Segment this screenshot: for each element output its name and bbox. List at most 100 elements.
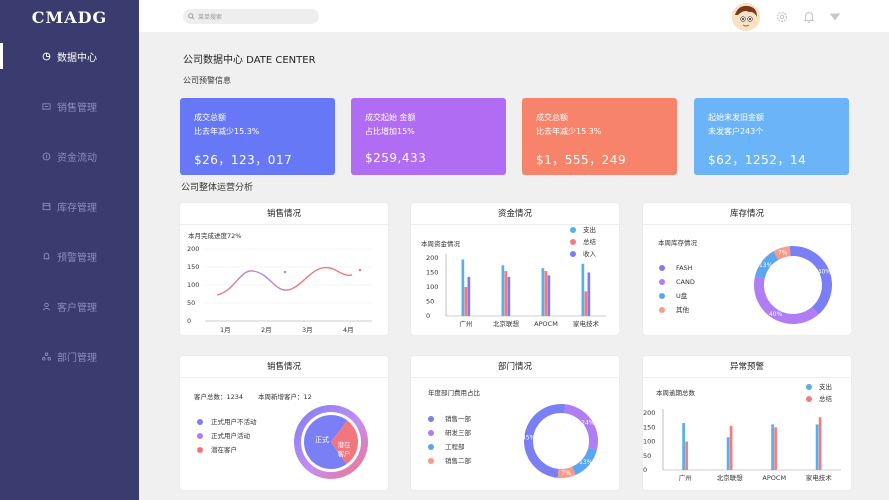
stat-card[interactable]: 起始末发旧金额 未发客户243个 $62，1252，14 — [694, 98, 849, 175]
legend-label: 销售一部 — [445, 414, 472, 423]
sidebar-item-2[interactable]: 资金流动 — [0, 141, 139, 171]
y-tick-label: 50 — [643, 452, 651, 460]
stat-value: $26，123，017 — [194, 153, 293, 167]
legend-swatch — [659, 279, 665, 285]
main-content: 公司数据中心 DATE CENTER 公司预警信息 成交总额 比去年减少15.3%… — [145, 36, 889, 500]
search-input[interactable]: 菜单搜索 — [183, 9, 319, 24]
avatar[interactable] — [732, 3, 760, 31]
stat-label: 成交总额 — [194, 113, 226, 122]
warning-section-title: 公司预警信息 — [183, 76, 231, 85]
bar — [501, 265, 505, 316]
y-tick-label: 50 — [426, 298, 434, 306]
legend-swatch — [570, 227, 576, 233]
legend-swatch — [197, 419, 203, 425]
stat-card[interactable]: 成交总额比去年减少15.3% $1，555，249 — [522, 98, 677, 175]
y-tick-label: 200 — [426, 254, 438, 262]
data-point — [283, 270, 287, 274]
bell-icon — [43, 252, 50, 259]
donut-slice — [789, 246, 832, 315]
y-tick-label: 50 — [187, 299, 195, 307]
legend-swatch — [428, 444, 434, 450]
stat-card[interactable]: 成交起始 金额 占比增加15% $259,433 — [351, 98, 506, 175]
x-tick-label: 北京联想 — [493, 319, 520, 328]
legend-swatch — [428, 430, 434, 436]
stat-label: 成交总额 — [536, 113, 568, 122]
data-point — [358, 268, 362, 272]
sidebar-item-label: 销售管理 — [57, 102, 97, 114]
legend-swatch — [659, 265, 665, 271]
legend-swatch — [806, 384, 812, 390]
stat-sub: 比去年减少15.3% — [536, 127, 602, 136]
card-title: 销售情况 — [180, 203, 388, 225]
x-tick-label: 2月 — [261, 326, 272, 334]
logo: CMADG — [0, 0, 139, 36]
x-tick-label: 3月 — [302, 326, 313, 334]
donut-slice — [564, 404, 598, 451]
sidebar-item-4[interactable]: 预警管理 — [0, 241, 139, 271]
legend-swatch — [570, 251, 576, 257]
stat-label: 起始末发旧金额 — [708, 113, 764, 122]
stat-value: $259,433 — [365, 151, 427, 165]
bar — [682, 422, 685, 470]
slice-label: 24% — [581, 420, 595, 427]
y-tick-label: 150 — [426, 269, 438, 277]
bar — [461, 259, 465, 316]
legend-swatch — [428, 458, 434, 464]
search-placeholder: 菜单搜索 — [198, 14, 223, 21]
gear-icon[interactable] — [775, 10, 789, 24]
donut-slice — [754, 276, 819, 324]
legend-label: 正式用户不活动 — [211, 417, 257, 426]
legend-label: 总结 — [583, 237, 597, 246]
stat-value: $1，555，249 — [536, 153, 627, 167]
legend-label: CAND — [676, 278, 695, 286]
legend-label: 工程部 — [445, 442, 465, 451]
dept-card: 部门情况 年度部门费用占比 销售一部 研发三部 工程部 销售二部 45% 24% 13% 7% — [411, 356, 619, 490]
y-tick-label: 100 — [643, 438, 655, 446]
sidebar-item-label: 预警管理 — [57, 252, 97, 264]
caret-down-icon[interactable] — [828, 10, 842, 24]
sidebar-item-1[interactable]: 销售管理 — [0, 91, 139, 121]
bar — [547, 275, 551, 316]
bar — [464, 287, 468, 316]
inventory-card: 库存情况 本周库存情况 FASH CAND U盘 其他 40% 40% 13% 7% — [643, 203, 851, 335]
bar — [504, 271, 508, 316]
y-tick-label: 200 — [187, 245, 199, 253]
sidebar-item-5[interactable]: 客户管理 — [0, 291, 139, 321]
slice-label: 7% — [561, 470, 571, 477]
y-tick-label: 0 — [187, 317, 191, 325]
legend-swatch — [197, 447, 203, 453]
legend-label: 总结 — [819, 394, 833, 403]
funds-card: 资金情况 本周资金情况 0 50 100 150 200 广州 北京联想 APOCM 家电技术支… — [411, 203, 619, 335]
pie-icon — [42, 52, 51, 60]
x-tick-label: 1月 — [220, 326, 231, 334]
bar — [507, 276, 511, 316]
stat-card[interactable]: 成交总额 比去年减少15.3% $26，123，017 — [180, 98, 335, 175]
bell-icon[interactable] — [802, 10, 816, 24]
slice-label: 40% — [769, 311, 783, 318]
y-tick-label: 0 — [643, 466, 647, 474]
inventory-icon — [42, 202, 51, 210]
sidebar-item-6[interactable]: 部门管理 — [0, 341, 139, 371]
legend-label: 支出 — [583, 225, 596, 234]
bar — [726, 437, 730, 470]
y-tick-label: 150 — [643, 423, 655, 431]
page-title: 公司数据中心 DATE CENTER — [183, 55, 316, 66]
stat-value: $62，1252，14 — [708, 153, 807, 167]
sales-card: 销售情况 本月完成进度72% 0 50 100 150 200 1月 2月 3月 4月 — [180, 203, 388, 335]
sidebar-item-3[interactable]: 库存管理 — [0, 191, 139, 221]
y-tick-label: 100 — [426, 283, 438, 291]
legend-label: 收入 — [583, 249, 597, 258]
sidebar-item-0[interactable]: 数据中心 — [0, 41, 139, 71]
analysis-section-title: 公司整体运营分析 — [181, 183, 254, 193]
bar — [467, 276, 471, 316]
legend-swatch — [659, 307, 665, 313]
dept-donut-chart: 销售一部研发三部工程部销售二部 45% 24% 13% 7% — [428, 404, 598, 478]
y-tick-label: 100 — [187, 281, 199, 289]
legend-label: 研发三部 — [445, 428, 472, 437]
slice-label: 13% — [579, 459, 593, 466]
legend-label: FASH — [676, 264, 693, 272]
x-tick-label: 家电技术 — [806, 473, 833, 482]
funds-bar-chart: 0 50 100 150 200 广州 北京联想 APOCM 家电技术 支出总结收入 — [426, 225, 606, 328]
x-tick-label: 4月 — [343, 326, 354, 334]
x-tick-label: APOCM — [762, 474, 786, 482]
